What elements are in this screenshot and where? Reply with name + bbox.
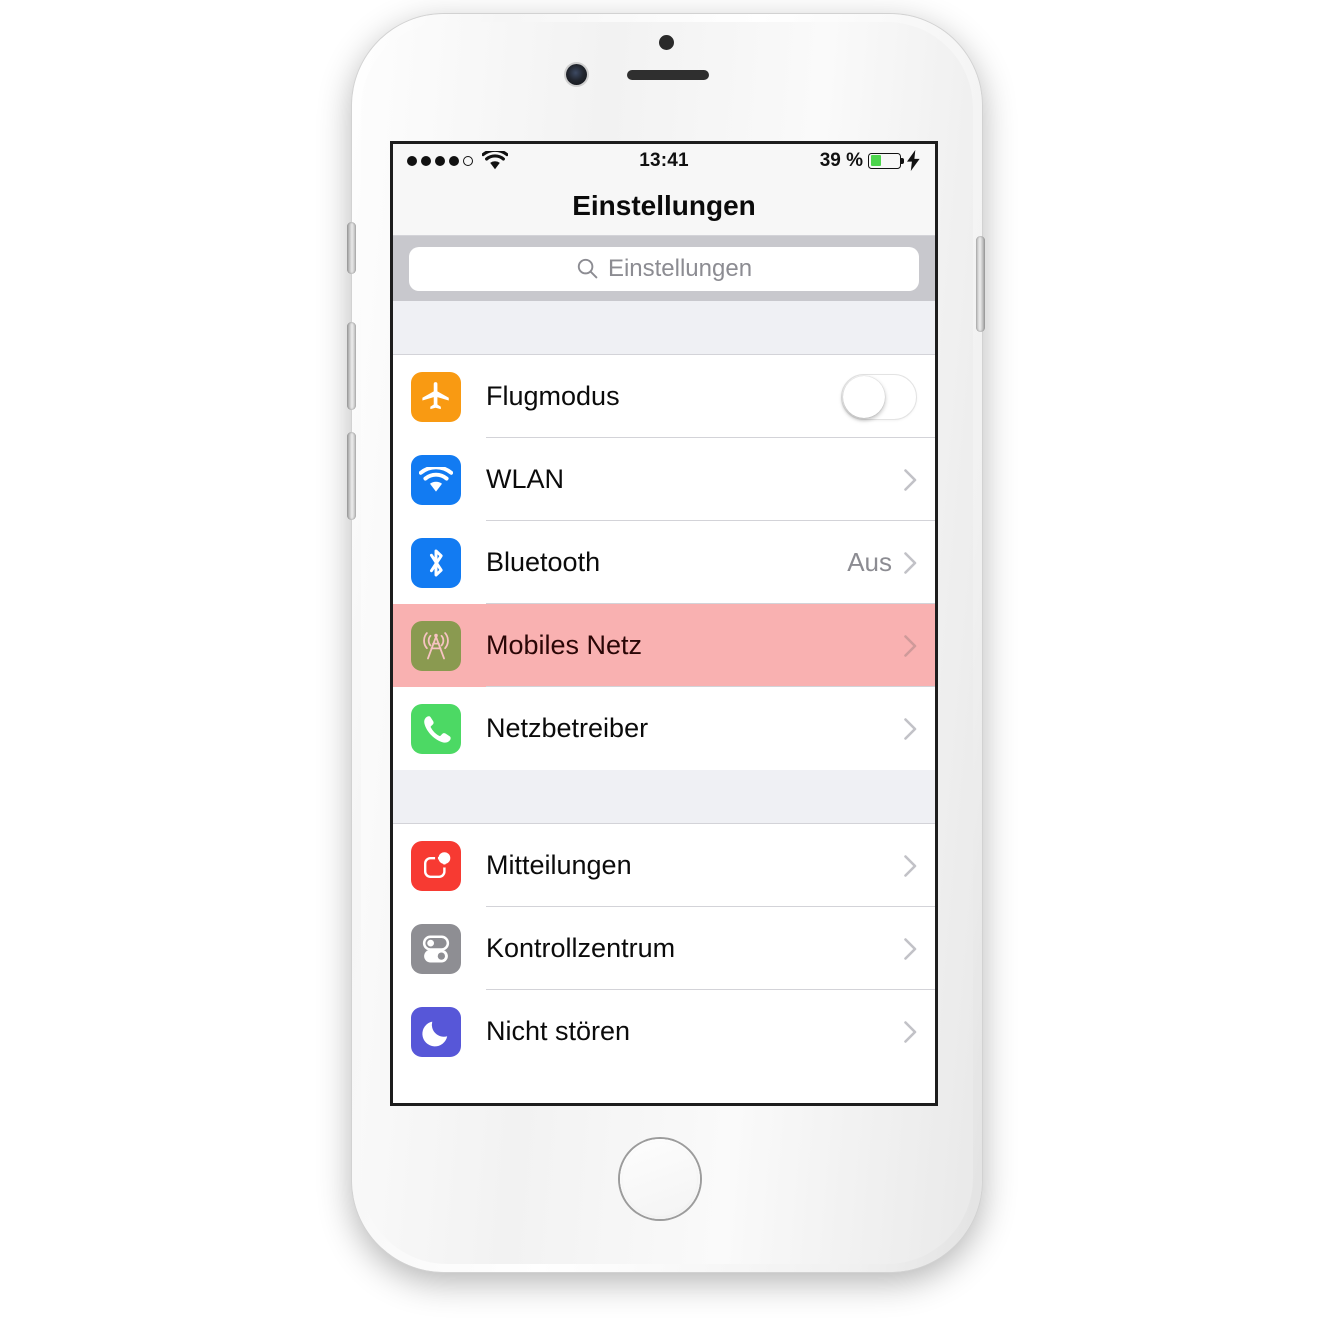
- status-bar: 13:41 39 %: [393, 144, 935, 177]
- settings-row-kontrollzentrum[interactable]: Kontrollzentrum: [393, 907, 935, 990]
- settings-row-netzbetreiber[interactable]: Netzbetreiber: [393, 687, 935, 770]
- settings-row-label: WLAN: [486, 464, 565, 494]
- list-gap-middle: [393, 770, 935, 824]
- settings-row-mitteilungen[interactable]: Mitteilungen: [393, 824, 935, 907]
- phone-icon: [411, 703, 461, 754]
- row-accessory: [841, 373, 935, 420]
- settings-row-label: Kontrollzentrum: [486, 933, 676, 963]
- settings-row-label: Nicht stören: [486, 1016, 631, 1046]
- settings-row-flugmodus[interactable]: Flugmodus: [393, 355, 935, 438]
- battery-icon: [868, 152, 904, 169]
- status-bar-right: 39 %: [820, 150, 921, 172]
- chevron-right-icon: [904, 468, 917, 491]
- mute-switch[interactable]: [347, 222, 356, 274]
- moon-icon: [411, 1006, 461, 1057]
- chevron-right-icon: [904, 1020, 917, 1043]
- control-center-icon: [411, 923, 461, 974]
- home-button[interactable]: [620, 1139, 700, 1219]
- earpiece-speaker: [627, 70, 709, 80]
- battery-percent-label: 39 %: [819, 149, 863, 171]
- volume-up-button[interactable]: [347, 322, 356, 410]
- list-gap-top: [393, 301, 935, 355]
- search-icon: [577, 258, 598, 279]
- row-accessory: [904, 468, 935, 491]
- settings-group-notifications: Mitteilungen Kontrollzentrum Nicht störe…: [393, 824, 935, 1073]
- row-accessory: Aus: [847, 547, 935, 578]
- chevron-right-icon: [904, 854, 917, 877]
- battery-cap: [901, 158, 904, 164]
- phone-screen: 13:41 39 % Einstellungen Einstellungen F…: [390, 141, 938, 1106]
- row-accessory: [904, 717, 935, 740]
- settings-row-label: Flugmodus: [486, 381, 620, 411]
- search-bar: Einstellungen: [393, 236, 935, 301]
- settings-row-wlan[interactable]: WLAN: [393, 438, 935, 521]
- chevron-right-icon: [904, 937, 917, 960]
- notification-badge-icon: [411, 840, 461, 891]
- airplane-icon: [411, 371, 461, 422]
- chevron-right-icon: [904, 634, 917, 657]
- charging-bolt-icon: [907, 150, 920, 171]
- settings-row-nicht-stoeren[interactable]: Nicht stören: [393, 990, 935, 1073]
- search-input[interactable]: Einstellungen: [409, 246, 919, 291]
- search-placeholder: Einstellungen: [607, 254, 753, 282]
- chevron-right-icon: [904, 717, 917, 740]
- toggle-knob: [843, 375, 885, 418]
- settings-row-label: Bluetooth: [486, 547, 601, 577]
- page-title: Einstellungen: [572, 190, 756, 221]
- settings-row-label: Mitteilungen: [486, 850, 632, 880]
- row-accessory: [904, 937, 935, 960]
- row-accessory: [904, 854, 935, 877]
- wifi-icon: [411, 454, 461, 505]
- cell-tower-icon: [411, 620, 461, 671]
- proximity-sensor: [659, 35, 674, 50]
- settings-row-value: Aus: [847, 547, 892, 577]
- settings-row-label: Mobiles Netz: [486, 630, 643, 660]
- volume-down-button[interactable]: [347, 432, 356, 520]
- airplane-mode-toggle[interactable]: [841, 373, 917, 420]
- row-accessory: [904, 1020, 935, 1043]
- battery-fill: [870, 155, 882, 166]
- chevron-right-icon: [904, 551, 917, 574]
- row-accessory: [904, 634, 935, 657]
- settings-group-connectivity: Flugmodus WLAN Bluetooth Aus Mobiles Net…: [393, 355, 935, 770]
- settings-row-bluetooth[interactable]: Bluetooth Aus: [393, 521, 935, 604]
- settings-row-label: Netzbetreiber: [486, 713, 649, 743]
- front-camera: [566, 64, 587, 85]
- settings-row-mobiles-netz[interactable]: Mobiles Netz: [393, 604, 935, 687]
- power-button[interactable]: [976, 236, 985, 332]
- navigation-bar: Einstellungen: [393, 177, 935, 236]
- settings-list[interactable]: Flugmodus WLAN Bluetooth Aus Mobiles Net…: [393, 301, 935, 1103]
- bluetooth-icon: [411, 537, 461, 588]
